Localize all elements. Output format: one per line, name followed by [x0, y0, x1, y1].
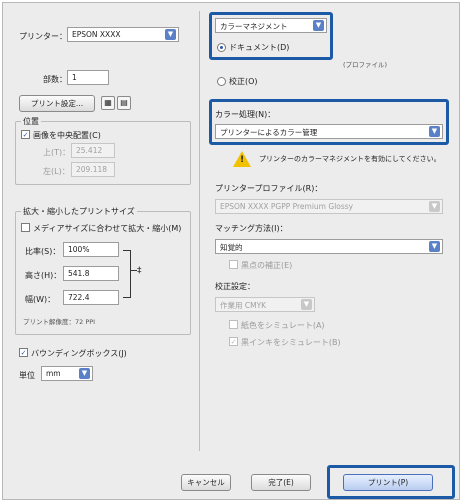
print-button-highlight [327, 465, 455, 499]
done-button[interactable]: 完了(E) [251, 474, 311, 491]
units-value: mm [46, 369, 61, 378]
color-handling-warning: プリンターのカラーマネジメントを有効にしてください。 [259, 155, 441, 163]
document-profile-label: (プロファイル) [343, 61, 388, 69]
printer-profile-label: プリンタープロファイル(R)： [215, 184, 323, 193]
simulate-black-label: 黒インキをシミュレート(B) [241, 338, 341, 347]
warning-icon-mark: ! [240, 155, 245, 165]
fit-media-checkbox[interactable] [21, 223, 30, 232]
top-input[interactable]: 25.412 [71, 143, 115, 158]
orientation-portrait-icon[interactable]: ▦ [101, 96, 115, 110]
proof-setup-select[interactable]: 作業用 CMYK ▼ [215, 297, 315, 312]
chain-link-icon[interactable]: ‡ [137, 266, 142, 276]
orientation-landscape-icon[interactable]: ▤ [117, 96, 131, 110]
color-management-highlight [209, 12, 333, 60]
proportion-link-line [130, 270, 137, 271]
center-image-checkbox[interactable]: ✓ [21, 130, 30, 139]
cancel-button[interactable]: キャンセル [181, 474, 231, 491]
fit-media-label: メディアサイズに合わせて拡大・縮小(M) [33, 224, 182, 233]
scaling-title: 拡大・縮小したプリントサイズ [21, 206, 137, 217]
page-setup-button[interactable]: プリント設定... [19, 95, 95, 112]
width-input[interactable]: 722.4 [63, 290, 119, 305]
center-image-label: 画像を中央配置(C) [33, 131, 101, 140]
proportion-link-bracket [123, 250, 131, 298]
proof-setup-label: 校正設定： [215, 282, 255, 291]
color-handling-highlight [209, 99, 449, 145]
bpc-checkbox[interactable] [229, 260, 238, 269]
rendering-intent-label: マッチング方法(I)： [215, 224, 288, 233]
units-select[interactable]: mm ▼ [41, 366, 93, 381]
position-title: 位置 [21, 116, 41, 127]
simulate-paper-checkbox[interactable] [229, 320, 238, 329]
scale-input[interactable]: 100% [63, 242, 119, 257]
rendering-intent-value: 知覚的 [220, 243, 243, 252]
simulate-black-checkbox[interactable]: ✓ [229, 337, 238, 346]
scale-label: 比率(S)： [25, 247, 61, 256]
simulate-paper-label: 紙色をシミュレート(A) [241, 321, 325, 330]
bounding-box-checkbox[interactable]: ✓ [19, 348, 28, 357]
proof-radio-label: 校正(O) [229, 77, 258, 86]
proof-radio[interactable] [217, 77, 226, 86]
top-label: 上(T)： [43, 148, 71, 157]
bpc-label: 黒点の補正(E) [241, 261, 293, 270]
chevron-down-icon: ▼ [79, 368, 90, 379]
printer-value: EPSON XXXX [72, 30, 121, 39]
height-label: 高さ(H)： [25, 271, 62, 280]
proof-setup-value: 作業用 CMYK [220, 301, 267, 310]
chevron-down-icon: ▼ [429, 201, 440, 212]
bounding-box-label: バウンディングボックス(J) [31, 349, 127, 358]
left-label: 左(L)： [43, 167, 70, 176]
copies-input[interactable]: 1 [67, 70, 109, 85]
left-input[interactable]: 209.118 [71, 162, 115, 177]
height-input[interactable]: 541.8 [63, 266, 119, 281]
units-label: 単位 [19, 371, 35, 380]
width-label: 幅(W)： [25, 295, 56, 304]
chevron-down-icon: ▼ [165, 29, 176, 40]
printer-profile-value: EPSON XXXX PGPP Premium Glossy [220, 202, 354, 211]
print-dialog: プリンター： EPSON XXXX ▼ 部数： 1 プリント設定... ▦ ▤ … [2, 2, 460, 500]
printer-profile-select[interactable]: EPSON XXXX PGPP Premium Glossy ▼ [215, 199, 443, 214]
column-divider [199, 11, 200, 451]
copies-label: 部数： [43, 75, 67, 84]
chevron-down-icon: ▼ [301, 299, 312, 310]
chevron-down-icon: ▼ [429, 241, 440, 252]
resolution-label: プリント解像度：72 PPI [23, 318, 96, 326]
printer-label: プリンター： [19, 32, 67, 41]
printer-select[interactable]: EPSON XXXX ▼ [67, 27, 179, 42]
rendering-intent-select[interactable]: 知覚的 ▼ [215, 239, 443, 254]
